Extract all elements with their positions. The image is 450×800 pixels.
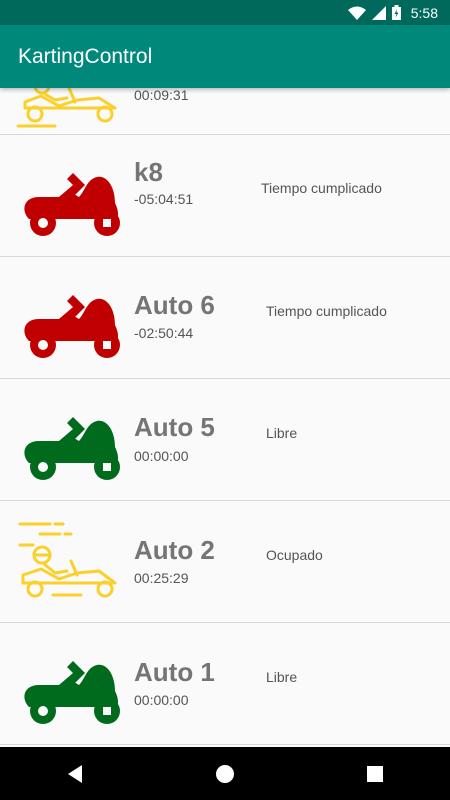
- home-icon: [216, 764, 234, 783]
- signal-icon: [371, 5, 386, 20]
- kart-timer: -05:04:51: [134, 191, 194, 207]
- list-item[interactable]: Auto 6 -02:50:44 Tiempo cumplicado: [0, 257, 450, 379]
- status-time: 5:58: [410, 4, 438, 21]
- wifi-icon: [347, 6, 366, 20]
- kart-driver-icon: [16, 88, 117, 128]
- home-button[interactable]: [195, 754, 255, 794]
- kart-free-icon: [24, 661, 120, 724]
- kart-status: Tiempo cumplicado: [266, 303, 387, 319]
- kart-status: Libre: [266, 669, 298, 685]
- back-icon: [68, 764, 82, 783]
- kart-overtime-icon: [24, 295, 120, 358]
- kart-name: Auto 6: [134, 290, 215, 320]
- kart-timer: -02:50:44: [134, 325, 194, 341]
- kart-timer: 00:09:31: [134, 88, 189, 103]
- list-item[interactable]: Auto 1 00:00:00 Libre: [0, 623, 450, 745]
- kart-status: Ocupado: [266, 547, 323, 563]
- kart-name: Auto 1: [134, 657, 215, 687]
- app-title: KartingControl: [18, 44, 153, 68]
- kart-timer: 00:00:00: [134, 692, 189, 708]
- kart-name: Auto 2: [134, 535, 215, 565]
- app-bar: KartingControl: [0, 25, 450, 88]
- back-button[interactable]: [45, 754, 105, 794]
- kart-overtime-icon: [24, 173, 120, 236]
- kart-timer: 00:25:29: [134, 570, 189, 586]
- recents-button[interactable]: [345, 754, 405, 794]
- kart-name: Auto 5: [134, 412, 215, 442]
- list-item[interactable]: Auto 2 00:25:29 Ocupado: [0, 501, 450, 623]
- kart-list[interactable]: 00:09:31 k8 -05:04:51 Tiempo cumplicado …: [0, 88, 450, 747]
- kart-free-icon: [24, 417, 120, 480]
- list-item[interactable]: 00:09:31: [0, 88, 450, 135]
- status-bar: 5:58: [0, 0, 450, 25]
- kart-name: k8: [134, 157, 163, 187]
- navigation-bar: [0, 747, 450, 800]
- status-icons: 5:58: [347, 4, 438, 21]
- kart-status: Libre: [266, 425, 298, 441]
- kart-status: Tiempo cumplicado: [261, 180, 382, 196]
- kart-driver-icon: [18, 522, 117, 598]
- battery-icon: [391, 5, 401, 20]
- kart-timer: 00:00:00: [134, 448, 189, 464]
- list-item[interactable]: Auto 5 00:00:00 Libre: [0, 379, 450, 501]
- recents-icon: [367, 765, 383, 782]
- list-item[interactable]: k8 -05:04:51 Tiempo cumplicado: [0, 135, 450, 257]
